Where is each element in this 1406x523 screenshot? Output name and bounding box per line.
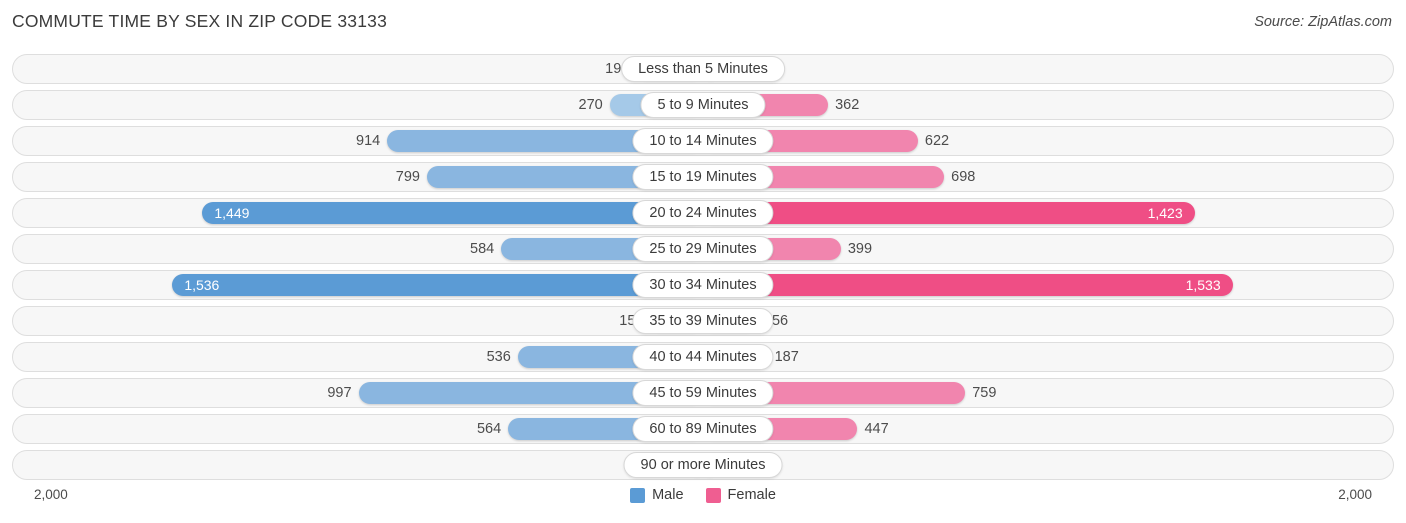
male-value-label: 270	[578, 97, 603, 113]
category-label: 60 to 89 Minutes	[632, 416, 774, 442]
female-value-label: 622	[924, 133, 950, 149]
legend-item-female[interactable]: Female	[705, 487, 776, 503]
male-value-label: 536	[486, 349, 511, 365]
female-bar-cell: 759	[703, 379, 1393, 407]
male-bar-cell: 193	[13, 55, 703, 83]
female-value-label: 187	[774, 349, 799, 365]
male-value-label: 799	[395, 169, 420, 185]
female-bar: 1,533	[703, 274, 1233, 296]
legend-label: Female	[727, 487, 776, 503]
male-bar-cell: 997	[13, 379, 703, 407]
male-bar-cell: 584	[13, 235, 703, 263]
category-label: 35 to 39 Minutes	[632, 308, 774, 334]
chart-legend: Male Female	[0, 487, 1406, 503]
category-label: 15 to 19 Minutes	[632, 164, 774, 190]
male-bar-cell: 914	[13, 127, 703, 155]
female-bar-cell: 187	[703, 343, 1393, 371]
legend-swatch-icon	[630, 487, 646, 503]
table-row: 914 622 10 to 14 Minutes	[12, 126, 1394, 156]
female-value-label: 362	[835, 97, 860, 113]
female-value-label: 447	[864, 421, 889, 437]
male-value-label: 584	[470, 241, 495, 257]
female-bar-cell: 698	[703, 163, 1393, 191]
male-bar-cell: 564	[13, 415, 703, 443]
table-row: 1,536 1,533 30 to 34 Minutes	[12, 270, 1394, 300]
female-bar-cell: 362	[703, 91, 1393, 119]
female-value-label: 399	[847, 241, 873, 257]
category-label: 25 to 29 Minutes	[632, 236, 774, 262]
table-row: 364090 or more Minutes	[12, 450, 1394, 480]
page-title: COMMUTE TIME BY SEX IN ZIP CODE 33133	[12, 11, 388, 31]
table-row: 799 698 15 to 19 Minutes	[12, 162, 1394, 192]
female-value-label: 759	[972, 385, 997, 401]
female-bar-cell: 399	[703, 235, 1393, 263]
table-row: 536 187 40 to 44 Minutes	[12, 342, 1394, 372]
table-row: 584 399 25 to 29 Minutes	[12, 234, 1394, 264]
female-bar: 1,423	[703, 202, 1195, 224]
table-row: 1,449 1,423 20 to 24 Minutes	[12, 198, 1394, 228]
diverging-bar-chart: 19345Less than 5 Minutes 270 362 5 to 9 Min…	[12, 54, 1394, 482]
male-bar-cell: 270	[13, 91, 703, 119]
table-row: 564 447 60 to 89 Minutes	[12, 414, 1394, 444]
female-value-label: 698	[951, 169, 976, 185]
legend-swatch-icon	[705, 487, 721, 503]
female-bar-cell: 40	[703, 451, 1393, 479]
male-bar: 1,449	[202, 202, 703, 224]
male-value-label: 997	[327, 385, 352, 401]
female-bar-cell: 1,423	[703, 199, 1393, 227]
source-attribution: Source: ZipAtlas.com	[1254, 14, 1392, 30]
table-row: 270 362 5 to 9 Minutes	[12, 90, 1394, 120]
female-bar-cell: 447	[703, 415, 1393, 443]
female-value-label: 1,423	[1147, 205, 1183, 221]
male-bar-cell: 799	[13, 163, 703, 191]
table-row: 997 759 45 to 59 Minutes	[12, 378, 1394, 408]
female-bar-cell: 622	[703, 127, 1393, 155]
male-value-label: 564	[476, 421, 502, 437]
male-bar: 1,536	[172, 274, 703, 296]
category-label: Less than 5 Minutes	[621, 56, 785, 82]
category-label: 40 to 44 Minutes	[632, 344, 774, 370]
female-bar-cell: 156	[703, 307, 1393, 335]
male-value-label: 1,536	[184, 277, 220, 293]
table-row: 152 156 35 to 39 Minutes	[12, 306, 1394, 336]
male-bar-cell: 152	[13, 307, 703, 335]
table-row: 19345Less than 5 Minutes	[12, 54, 1394, 84]
male-bar-cell: 36	[13, 451, 703, 479]
female-bar-cell: 1,533	[703, 271, 1393, 299]
category-label: 10 to 14 Minutes	[632, 128, 774, 154]
male-bar-cell: 536	[13, 343, 703, 371]
male-bar-cell: 1,536	[13, 271, 703, 299]
legend-label: Male	[652, 487, 684, 503]
chart-page: COMMUTE TIME BY SEX IN ZIP CODE 33133 So…	[0, 0, 1406, 523]
male-value-label: 914	[356, 133, 381, 149]
category-label: 30 to 34 Minutes	[632, 272, 774, 298]
legend-item-male[interactable]: Male	[630, 487, 684, 503]
category-label: 5 to 9 Minutes	[640, 92, 766, 118]
male-value-label: 1,449	[214, 205, 250, 221]
category-label: 20 to 24 Minutes	[632, 200, 774, 226]
female-bar-cell: 45	[703, 55, 1393, 83]
category-label: 45 to 59 Minutes	[632, 380, 774, 406]
category-label: 90 or more Minutes	[623, 452, 783, 478]
female-value-label: 1,533	[1185, 277, 1221, 293]
male-bar-cell: 1,449	[13, 199, 703, 227]
